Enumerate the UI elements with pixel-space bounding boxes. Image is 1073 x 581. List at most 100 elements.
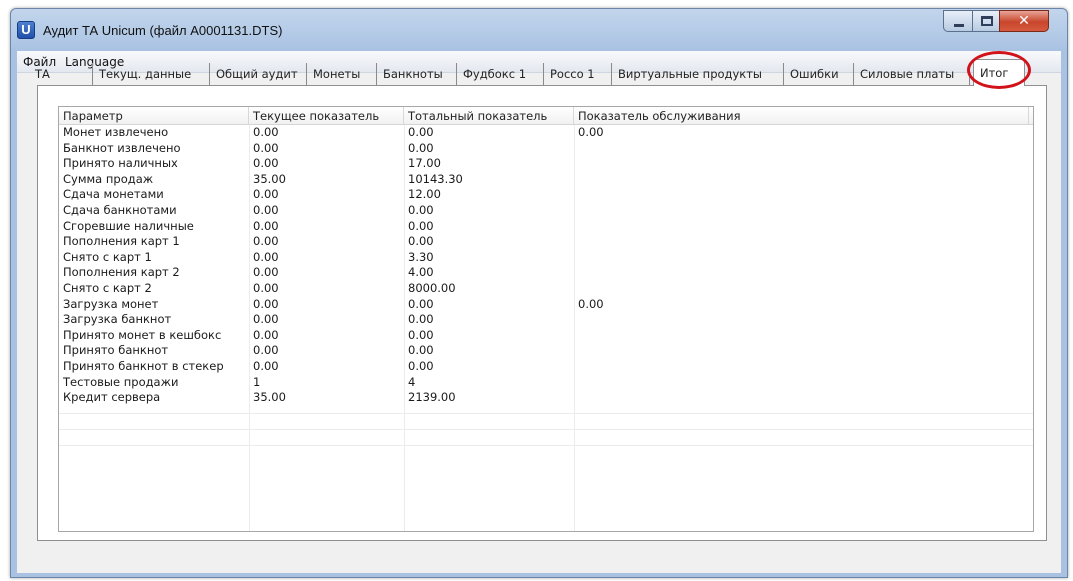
table-row[interactable]: Принято наличных 0.00 17.00 xyxy=(59,156,1033,172)
table-row[interactable]: Сгоревшие наличные 0.00 0.00 xyxy=(59,219,1033,235)
tab-general-audit[interactable]: Общий аудит xyxy=(210,63,307,85)
cell-service xyxy=(574,312,578,328)
cell-parameter: Снято с карт 2 xyxy=(63,280,152,295)
cell-parameter: Принято банкнот в стекер xyxy=(63,358,224,373)
tab-coins[interactable]: Монеты xyxy=(307,63,377,85)
cell-total: 0.00 xyxy=(408,358,434,373)
cell-service xyxy=(574,328,578,344)
cell-total: 0.00 xyxy=(408,312,434,327)
cell-current: 0.00 xyxy=(253,327,279,342)
cell-current: 0.00 xyxy=(253,343,279,358)
cell-parameter: Сдача банкнотами xyxy=(63,202,177,217)
cell-parameter: Снято с карт 1 xyxy=(63,249,152,264)
empty-row-line xyxy=(59,445,1033,446)
table-row[interactable]: Пополнения карт 1 0.00 0.00 xyxy=(59,234,1033,250)
cell-total: 12.00 xyxy=(408,187,441,202)
tab-current-data[interactable]: Текущ. данные xyxy=(93,63,210,85)
summary-table[interactable]: Параметр Текущее показатель Тотальный по… xyxy=(58,106,1034,532)
cell-current: 0.00 xyxy=(253,156,279,171)
table-row[interactable]: Кредит сервера 35.00 2139.00 xyxy=(59,390,1033,406)
tab-summary[interactable]: Итог xyxy=(973,59,1025,86)
cell-service xyxy=(574,359,578,375)
cell-parameter: Загрузка монет xyxy=(63,296,159,311)
cell-service xyxy=(574,234,578,250)
cell-current: 35.00 xyxy=(253,390,286,405)
title-bar[interactable]: U Аудит ТА Unicum (файл A0001131.DTS) ✕ xyxy=(11,9,1067,51)
cell-total: 8000.00 xyxy=(408,280,456,295)
cell-current: 0.00 xyxy=(253,125,279,139)
table-row[interactable]: Сумма продаж 35.00 10143.30 xyxy=(59,172,1033,188)
cell-parameter: Принято монет в кешбокс xyxy=(63,327,222,342)
table-row[interactable]: Принято банкнот в стекер 0.00 0.00 xyxy=(59,359,1033,375)
table-header: Параметр Текущее показатель Тотальный по… xyxy=(59,107,1033,125)
cell-service xyxy=(574,250,578,266)
table-row[interactable]: Снято с карт 1 0.00 3.30 xyxy=(59,250,1033,266)
empty-row-line xyxy=(59,413,1033,414)
cell-current: 0.00 xyxy=(253,265,279,280)
cell-service xyxy=(574,265,578,281)
cell-parameter: Тестовые продажи xyxy=(63,374,179,389)
cell-current: 0.00 xyxy=(253,296,279,311)
close-icon: ✕ xyxy=(1018,13,1030,29)
table-row[interactable]: Снято с карт 2 0.00 8000.00 xyxy=(59,281,1033,297)
cell-service xyxy=(574,219,578,235)
cell-parameter: Кредит сервера xyxy=(63,390,161,405)
cell-current: 0.00 xyxy=(253,358,279,373)
tab-foodbox-1[interactable]: Фудбокс 1 xyxy=(457,63,544,85)
table-row[interactable]: Тестовые продажи 1 4 xyxy=(59,375,1033,391)
cell-current: 0.00 xyxy=(253,234,279,249)
table-row[interactable]: Сдача банкнотами 0.00 0.00 xyxy=(59,203,1033,219)
column-header-current[interactable]: Текущее показатель xyxy=(249,107,404,125)
table-row[interactable]: Монет извлечено 0.00 0.00 0.00 xyxy=(59,125,1033,141)
tab-errors[interactable]: Ошибки xyxy=(784,63,854,85)
cell-service: 0.00 xyxy=(578,125,604,139)
cell-service xyxy=(574,141,578,157)
cell-parameter: Сумма продаж xyxy=(63,171,154,186)
table-row[interactable]: Принято банкнот 0.00 0.00 xyxy=(59,343,1033,359)
cell-parameter: Банкнот извлечено xyxy=(63,140,181,155)
tab-rocco-1[interactable]: Рocco 1 xyxy=(544,63,612,85)
cell-total: 10143.30 xyxy=(408,171,463,186)
table-row[interactable]: Пополнения карт 2 0.00 4.00 xyxy=(59,265,1033,281)
column-header-parameter[interactable]: Параметр xyxy=(59,107,249,125)
cell-total: 4.00 xyxy=(408,265,434,280)
close-button[interactable]: ✕ xyxy=(999,10,1049,32)
minimize-icon xyxy=(954,24,964,27)
cell-total: 0.00 xyxy=(408,140,434,155)
cell-total: 0.00 xyxy=(408,327,434,342)
cell-service xyxy=(574,187,578,203)
cell-parameter: Принято банкнот xyxy=(63,343,169,358)
empty-row-line xyxy=(59,429,1033,430)
column-header-total[interactable]: Тотальный показатель xyxy=(404,107,574,125)
cell-service xyxy=(574,375,578,391)
cell-parameter: Загрузка банкнот xyxy=(63,312,172,327)
table-row[interactable]: Загрузка банкнот 0.00 0.00 xyxy=(59,312,1033,328)
minimize-button[interactable] xyxy=(943,10,973,32)
app-icon[interactable]: U xyxy=(17,21,35,39)
cell-total: 0.00 xyxy=(408,343,434,358)
cell-parameter: Принято наличных xyxy=(63,156,178,171)
table-row[interactable]: Загрузка монет 0.00 0.00 0.00 xyxy=(59,297,1033,313)
tab-ta[interactable]: ТА xyxy=(29,63,93,85)
maximize-button[interactable] xyxy=(972,10,1000,32)
tab-page-summary: Параметр Текущее показатель Тотальный по… xyxy=(37,85,1047,541)
table-row[interactable]: Сдача монетами 0.00 12.00 xyxy=(59,187,1033,203)
cell-current: 0.00 xyxy=(253,140,279,155)
table-row[interactable]: Банкнот извлечено 0.00 0.00 xyxy=(59,141,1033,157)
cell-service xyxy=(574,390,578,406)
cell-current: 1 xyxy=(253,374,261,389)
cell-current: 0.00 xyxy=(253,187,279,202)
cell-total: 0.00 xyxy=(408,202,434,217)
tab-banknotes[interactable]: Банкноты xyxy=(377,63,457,85)
column-header-service[interactable]: Показатель обслуживания xyxy=(574,107,1029,125)
cell-service xyxy=(574,203,578,219)
cell-total: 4 xyxy=(408,374,416,389)
cell-total: 0.00 xyxy=(408,234,434,249)
cell-total: 3.30 xyxy=(408,249,434,264)
tab-virtual-products[interactable]: Виртуальные продукты xyxy=(612,63,784,85)
cell-current: 0.00 xyxy=(253,202,279,217)
table-row[interactable]: Принято монет в кешбокс 0.00 0.00 xyxy=(59,328,1033,344)
cell-total: 0.00 xyxy=(408,296,434,311)
cell-total: 17.00 xyxy=(408,156,441,171)
tab-power-boards[interactable]: Силовые платы xyxy=(854,63,970,85)
